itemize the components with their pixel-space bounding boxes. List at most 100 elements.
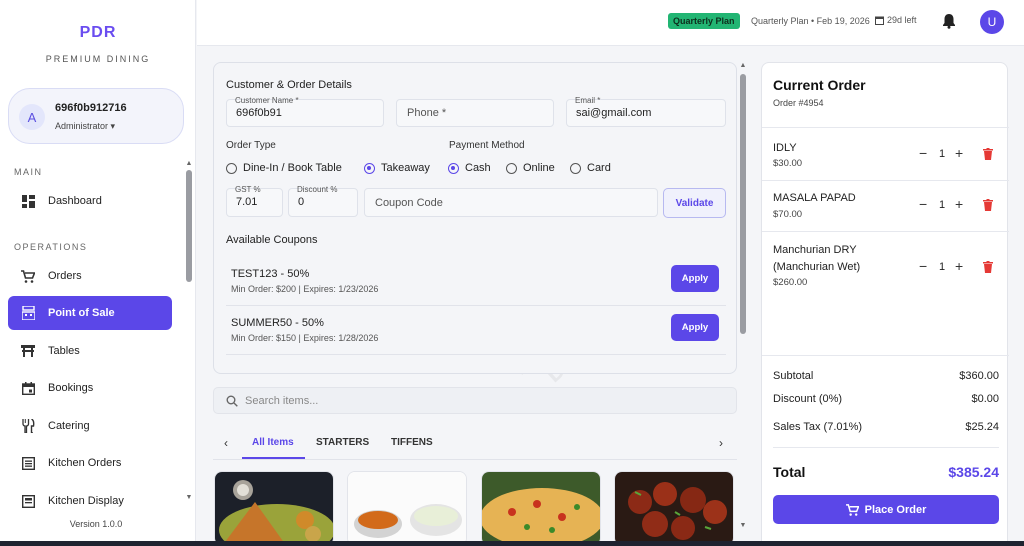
search-input[interactable] bbox=[245, 392, 705, 410]
radio-card[interactable]: Card bbox=[570, 162, 611, 174]
search-box bbox=[213, 387, 737, 414]
menu-item-card[interactable] bbox=[614, 471, 734, 546]
dashboard-icon bbox=[20, 193, 36, 209]
display-icon bbox=[20, 493, 36, 509]
order-number: Order #4954 bbox=[773, 98, 824, 108]
scrollbar-thumb[interactable] bbox=[740, 74, 746, 334]
sidebar-item-catering[interactable]: Catering bbox=[8, 409, 172, 443]
register-icon bbox=[20, 305, 36, 321]
total-divider bbox=[773, 447, 999, 448]
subtotal-row: Subtotal $360.00 bbox=[773, 370, 999, 382]
plan-badge: Quarterly Plan bbox=[668, 13, 740, 29]
radio-online[interactable]: Online bbox=[506, 162, 555, 174]
scroll-up-icon[interactable]: ▲ bbox=[739, 62, 747, 69]
chevron-left-icon[interactable]: ‹ bbox=[224, 436, 228, 450]
tax-row: Sales Tax (7.01%) $25.24 bbox=[773, 421, 999, 433]
menu-item-card[interactable] bbox=[481, 471, 601, 546]
total-value: $385.24 bbox=[948, 464, 999, 480]
sidebar-item-kitchen-display[interactable]: Kitchen Display bbox=[8, 484, 172, 518]
coupons-title: Available Coupons bbox=[226, 234, 318, 246]
sidebar-item-dashboard[interactable]: Dashboard bbox=[8, 184, 172, 218]
cart-icon bbox=[20, 268, 36, 284]
dosa-image bbox=[215, 472, 333, 545]
brand-tagline: PREMIUM DINING bbox=[45, 54, 151, 64]
menu-item-card[interactable] bbox=[214, 471, 334, 546]
scroll-up-icon[interactable]: ▲ bbox=[185, 160, 193, 167]
coupon-row: TEST123 - 50% Min Order: $200 | Expires:… bbox=[226, 260, 726, 306]
decrease-qty-button[interactable]: − bbox=[919, 196, 927, 212]
plan-info: Quarterly Plan • Feb 19, 2026 bbox=[751, 16, 870, 26]
sidebar-item-orders[interactable]: Orders bbox=[8, 259, 172, 293]
sidebar-item-label: Kitchen Display bbox=[48, 495, 124, 507]
total-row: Total $385.24 bbox=[773, 464, 999, 480]
tab-starters[interactable]: STARTERS bbox=[316, 437, 369, 448]
tab-tiffens[interactable]: TIFFENS bbox=[391, 437, 433, 448]
discount-field[interactable]: Discount % 0 bbox=[288, 185, 358, 217]
trash-icon[interactable] bbox=[983, 261, 993, 273]
scrollbar-thumb[interactable] bbox=[186, 170, 192, 282]
details-title: Customer & Order Details bbox=[226, 79, 352, 91]
user-name: 696f0b912716 bbox=[55, 102, 127, 114]
decrease-qty-button[interactable]: − bbox=[919, 145, 927, 161]
order-item: IDLY $30.00 − 1 + bbox=[762, 127, 1009, 181]
phone-field[interactable]: Phone * bbox=[396, 99, 554, 127]
radio-dine-in[interactable]: Dine-In / Book Table bbox=[226, 162, 342, 174]
email-field[interactable]: Email * sai@gmail.com bbox=[566, 96, 726, 127]
scroll-down-icon[interactable]: ▼ bbox=[739, 522, 747, 529]
category-tabs: ‹ All Items STARTERS TIFFENS › bbox=[213, 430, 737, 460]
discount-row: Discount (0%) $0.00 bbox=[773, 393, 999, 405]
topbar: Quarterly Plan Quarterly Plan • Feb 19, … bbox=[197, 0, 1024, 46]
apply-coupon-button[interactable]: Apply bbox=[671, 314, 719, 341]
sidebar-item-point-of-sale[interactable]: Point of Sale bbox=[8, 296, 172, 330]
apply-coupon-button[interactable]: Apply bbox=[671, 265, 719, 292]
search-icon bbox=[226, 395, 238, 407]
sidebar-scrollbar[interactable]: ▲ ▼ bbox=[185, 160, 193, 510]
item-quantity: 1 bbox=[939, 148, 946, 160]
radio-takeaway[interactable]: Takeaway bbox=[364, 162, 430, 174]
bell-icon[interactable] bbox=[942, 13, 956, 29]
coupon-row: SUMMER50 - 50% Min Order: $150 | Expires… bbox=[226, 309, 726, 355]
chevron-right-icon[interactable]: › bbox=[719, 436, 723, 450]
list-icon bbox=[20, 455, 36, 471]
increase-qty-button[interactable]: + bbox=[955, 258, 963, 274]
item-quantity: 1 bbox=[939, 199, 946, 211]
sidebar-item-bookings[interactable]: Bookings bbox=[8, 371, 172, 405]
sidebar-item-label: Catering bbox=[48, 420, 90, 432]
sidebar-item-label: Point of Sale bbox=[48, 307, 115, 319]
coupon-code-field[interactable]: Coupon Code bbox=[364, 188, 658, 217]
sidebar-item-label: Tables bbox=[48, 345, 80, 357]
user-avatar[interactable]: U bbox=[980, 10, 1004, 34]
customer-name-field[interactable]: Customer Name * 696f0b91 bbox=[226, 96, 384, 127]
sidebar-item-tables[interactable]: Tables bbox=[8, 334, 172, 368]
taskbar-strip bbox=[0, 541, 1024, 546]
scroll-down-icon[interactable]: ▼ bbox=[185, 494, 193, 501]
section-main-label: MAIN bbox=[14, 167, 43, 177]
user-card[interactable]: A 696f0b912716 Administrator ▾ bbox=[8, 88, 184, 144]
increase-qty-button[interactable]: + bbox=[955, 196, 963, 212]
trash-icon[interactable] bbox=[983, 199, 993, 211]
sidebar-item-kitchen-orders[interactable]: Kitchen Orders bbox=[8, 446, 172, 480]
payment-method-label: Payment Method bbox=[449, 140, 525, 151]
cart-icon bbox=[845, 503, 859, 516]
idly-sambar-image bbox=[348, 472, 466, 545]
place-order-button[interactable]: Place Order bbox=[773, 495, 999, 524]
sidebar-item-label: Bookings bbox=[48, 382, 94, 394]
utensils-icon bbox=[20, 418, 36, 434]
gst-field[interactable]: GST % 7.01 bbox=[226, 185, 283, 217]
content-scrollbar[interactable]: ▲ ▼ bbox=[739, 62, 747, 534]
brand: PDR PREMIUM DINING bbox=[0, 24, 196, 64]
calendar-icon bbox=[875, 16, 884, 25]
active-tab-indicator bbox=[242, 457, 305, 459]
tab-all-items[interactable]: All Items bbox=[252, 437, 294, 448]
menu-item-card[interactable] bbox=[347, 471, 467, 546]
trash-icon[interactable] bbox=[983, 148, 993, 160]
radio-cash[interactable]: Cash bbox=[448, 162, 491, 174]
manchurian-image bbox=[615, 472, 733, 545]
decrease-qty-button[interactable]: − bbox=[919, 258, 927, 274]
table-icon bbox=[20, 343, 36, 359]
validate-button[interactable]: Validate bbox=[663, 188, 726, 218]
order-item: MASALA PAPAD $70.00 − 1 + bbox=[762, 180, 1009, 232]
increase-qty-button[interactable]: + bbox=[955, 145, 963, 161]
avatar: A bbox=[19, 104, 45, 130]
calendar-icon bbox=[20, 380, 36, 396]
